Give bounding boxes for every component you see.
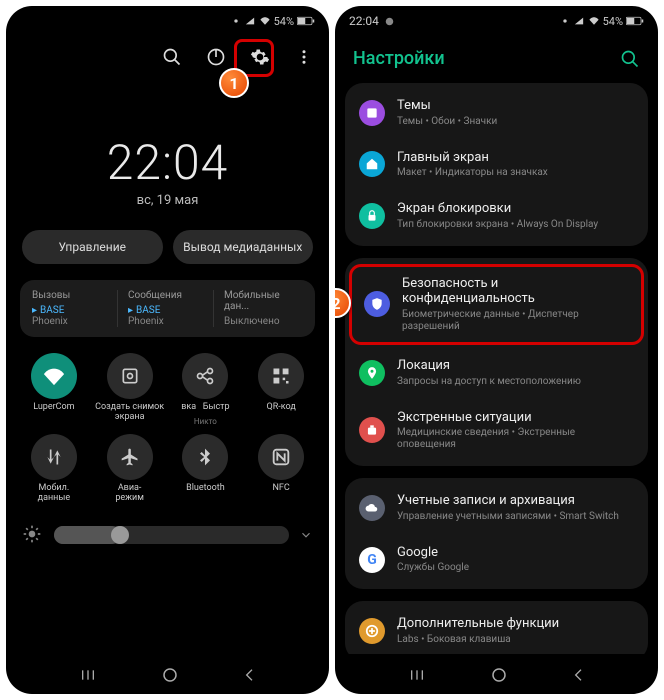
page-title: Настройки [353, 48, 445, 69]
nav-home[interactable] [490, 666, 508, 684]
qs-quickshare[interactable]: вка Быстр Никто [170, 353, 242, 426]
status-bar: 22:04 54% [335, 6, 658, 30]
pin-icon [359, 360, 385, 386]
qs-screenshot[interactable]: Создать снимокэкрана [94, 353, 166, 426]
cloud-icon [359, 495, 385, 521]
clock-date: вс, 19 мая [6, 193, 329, 208]
chevron-down-icon[interactable] [299, 528, 313, 542]
settings-row-emergency[interactable]: Экстренные ситуацииМедицинские сведения … [345, 399, 648, 463]
settings-row-home[interactable]: Главный экранМакет • Индикаторы на значк… [345, 139, 648, 191]
battery-text: 54% [274, 15, 294, 28]
settings-row-location[interactable]: ЛокацияЗапросы на доступ к местоположени… [345, 347, 648, 399]
clock-time: 22:04 [6, 134, 329, 191]
step-badge-1: 1 [219, 68, 249, 98]
clock-block: 22:04 вс, 19 мая [6, 134, 329, 208]
sos-icon [359, 417, 385, 443]
settings-row-security[interactable]: Безопасность и конфиденциальностьБиометр… [349, 264, 644, 345]
status-time: 22:04 [349, 14, 379, 28]
sim-card-panel[interactable]: Вызовы ▸BASE Phoenix Сообщения ▸BASE Pho… [20, 280, 315, 337]
nav-back[interactable] [242, 667, 258, 683]
quick-settings-grid: LuperCom Создать снимокэкрана вка Быстр … [6, 343, 329, 514]
more-icon[interactable] [293, 46, 315, 68]
nav-bar [335, 654, 658, 694]
brightness-icon [22, 524, 44, 546]
google-icon: G [359, 547, 385, 573]
settings-row-themes[interactable]: ТемыТемы • Обои • Значки [345, 87, 648, 139]
home-icon [359, 151, 385, 177]
media-output-pill[interactable]: Вывод медиаданных [173, 230, 314, 264]
settings-row-accounts[interactable]: Учетные записи и архивацияУправление уче… [345, 482, 648, 534]
nav-home[interactable] [161, 666, 179, 684]
qs-mobile-data[interactable]: Мобил.данные [18, 434, 90, 504]
battery-text: 54% [603, 15, 623, 28]
status-icons [231, 16, 271, 26]
search-icon[interactable] [620, 49, 640, 69]
search-icon[interactable] [161, 46, 183, 68]
nav-back[interactable] [571, 667, 587, 683]
nav-bar [6, 654, 329, 694]
settings-row-advanced[interactable]: Дополнительные функцииLabs • Боковая кла… [345, 605, 648, 654]
settings-header: Настройки [335, 30, 658, 83]
settings-list: ТемыТемы • Обои • Значки Главный экранМа… [335, 83, 658, 654]
shield-icon [364, 291, 390, 317]
qs-nfc[interactable]: NFC [245, 434, 317, 504]
phone-quick-panel: 54% 1 22:04 вс, 19 мая Управление Вывод … [6, 6, 329, 694]
settings-row-lockscreen[interactable]: Экран блокировкиТип блокировки экрана • … [345, 190, 648, 242]
nav-recents[interactable] [407, 667, 427, 683]
themes-icon [359, 100, 385, 126]
nav-recents[interactable] [78, 667, 98, 683]
phone-settings: 22:04 54% Настройки ТемыТемы • Обои • Зн… [335, 6, 658, 694]
brightness-slider[interactable] [22, 524, 313, 546]
sim-data[interactable]: Мобильные дан... Выключено [218, 290, 309, 327]
qs-qrcode[interactable]: QR-код [245, 353, 317, 426]
lock-icon [359, 203, 385, 229]
plus-icon [359, 618, 385, 644]
sim-calls[interactable]: Вызовы ▸BASE Phoenix [26, 290, 118, 327]
status-bar: 54% [6, 6, 329, 30]
qs-wifi[interactable]: LuperCom [18, 353, 90, 426]
qs-bluetooth[interactable]: Bluetooth [170, 434, 242, 504]
qs-airplane[interactable]: Авиа-режим [94, 434, 166, 504]
battery-icon [297, 16, 315, 26]
power-icon[interactable] [205, 46, 227, 68]
settings-row-google[interactable]: G GoogleСлужбы Google [345, 534, 648, 586]
quick-panel-toolbar [6, 30, 329, 74]
sim-sms[interactable]: Сообщения ▸BASE Phoenix [122, 290, 214, 327]
device-control-pill[interactable]: Управление [22, 230, 163, 264]
